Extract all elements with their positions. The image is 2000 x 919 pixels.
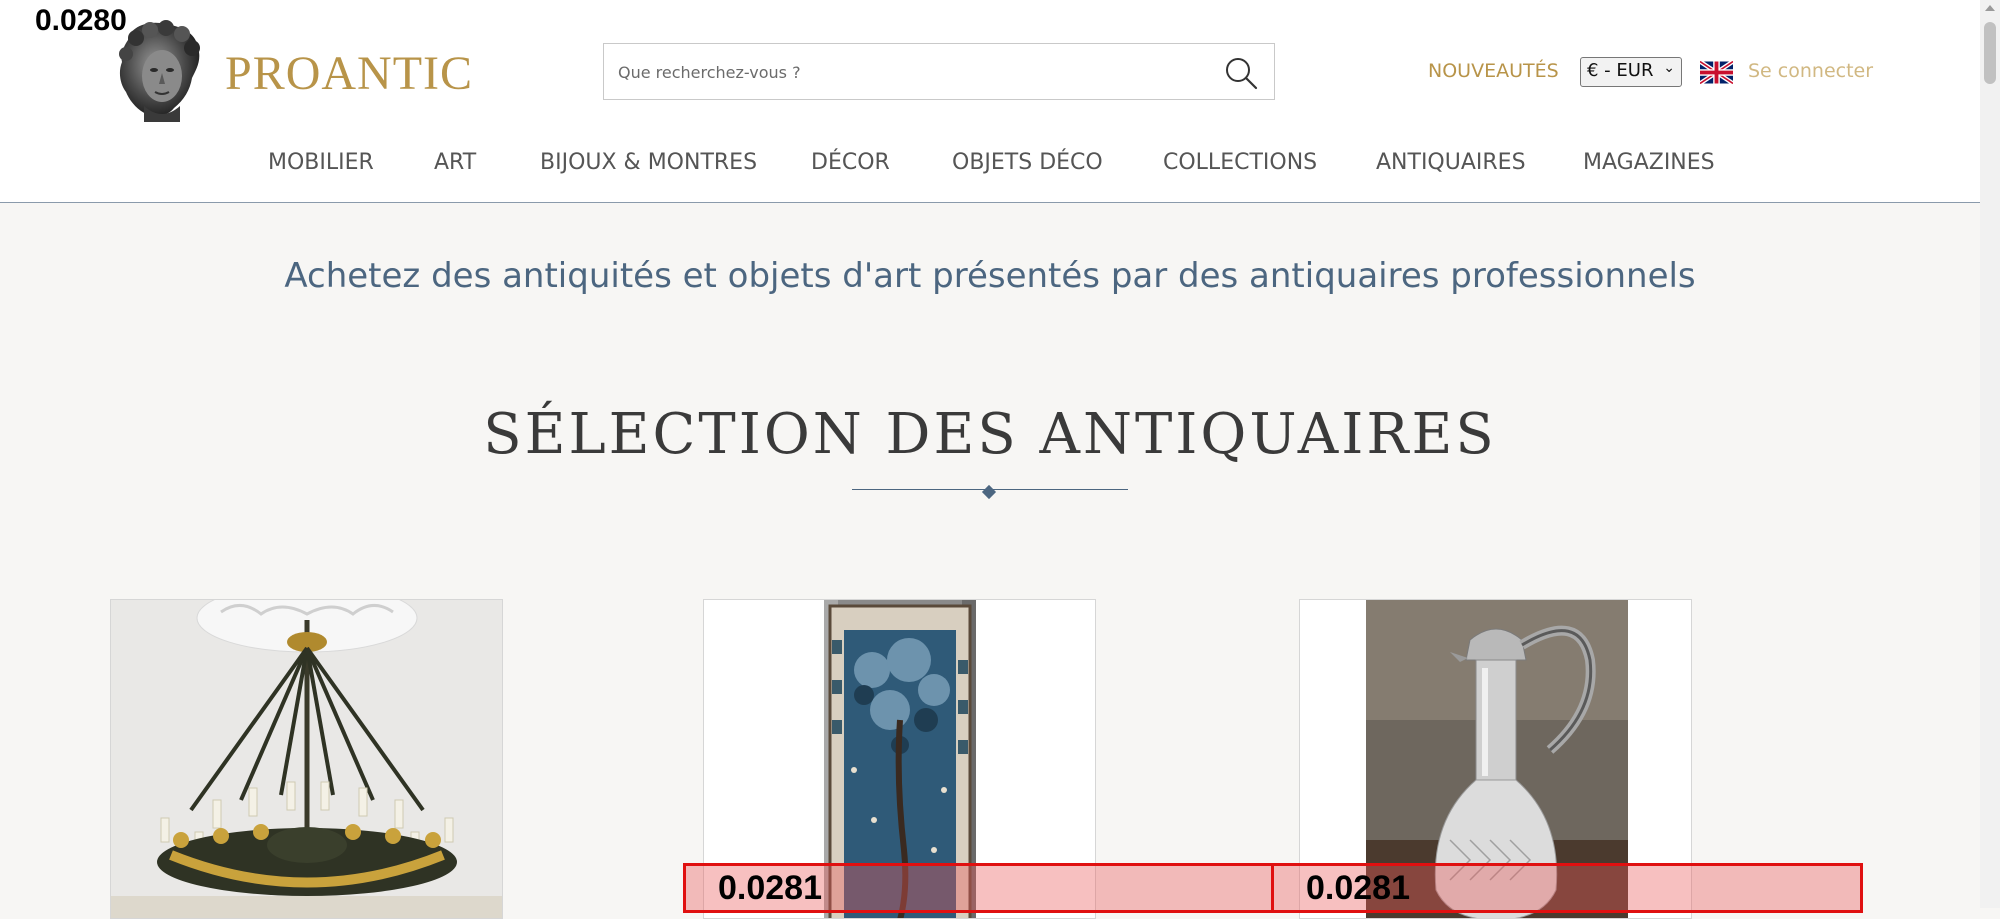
section-title: SÉLECTION DES ANTIQUAIRES <box>483 402 1497 467</box>
nav-item-magazines[interactable]: MAGAZINES <box>1583 150 1715 175</box>
chandelier-image[interactable] <box>111 600 503 919</box>
debug-overlay-box: 0.0281 <box>683 863 1274 913</box>
debug-overlay-box: 0.0281 <box>1271 863 1863 913</box>
brand-name[interactable]: PROANTIC <box>225 46 473 101</box>
nav-item-objets-deco[interactable]: OBJETS DÉCO <box>952 150 1103 175</box>
debug-score-label: 0.0280 <box>35 4 127 37</box>
product-card[interactable] <box>110 599 503 919</box>
currency-value: € - EUR <box>1587 60 1654 81</box>
nouveautes-link[interactable]: NOUVEAUTÉS <box>1428 60 1559 82</box>
chevron-down-icon: ⌄ <box>1663 60 1675 76</box>
page-scrollbar[interactable] <box>1980 0 2000 908</box>
nav-item-antiquaires[interactable]: ANTIQUAIRES <box>1376 150 1526 175</box>
nav-item-art[interactable]: ART <box>434 150 476 175</box>
search-bar <box>603 43 1275 101</box>
site-header: 0.0280 PROANTIC NOUVEAUTÉS € - EUR ⌄ <box>0 0 1980 203</box>
search-icon[interactable] <box>1224 56 1258 90</box>
uk-flag-icon[interactable] <box>1700 60 1733 85</box>
scrollbar-thumb[interactable] <box>1984 22 1996 84</box>
currency-select[interactable]: € - EUR ⌄ <box>1580 57 1682 87</box>
debug-overlay-label: 0.0281 <box>1306 869 1410 907</box>
search-input[interactable] <box>616 44 1200 101</box>
title-divider-diamond <box>981 484 997 500</box>
main-nav: MOBILIER ART BIJOUX & MONTRES DÉCOR OBJE… <box>0 150 1980 180</box>
nav-item-mobilier[interactable]: MOBILIER <box>268 150 374 175</box>
nav-item-decor[interactable]: DÉCOR <box>811 150 890 175</box>
page-tagline: Achetez des antiquités et objets d'art p… <box>284 256 1696 296</box>
login-link[interactable]: Se connecter <box>1748 60 1873 82</box>
nav-item-collections[interactable]: COLLECTIONS <box>1163 150 1317 175</box>
debug-overlay-label: 0.0281 <box>718 869 822 907</box>
scroll-up-arrow-icon[interactable] <box>1985 5 1995 11</box>
nav-item-bijoux-montres[interactable]: BIJOUX & MONTRES <box>540 150 757 175</box>
